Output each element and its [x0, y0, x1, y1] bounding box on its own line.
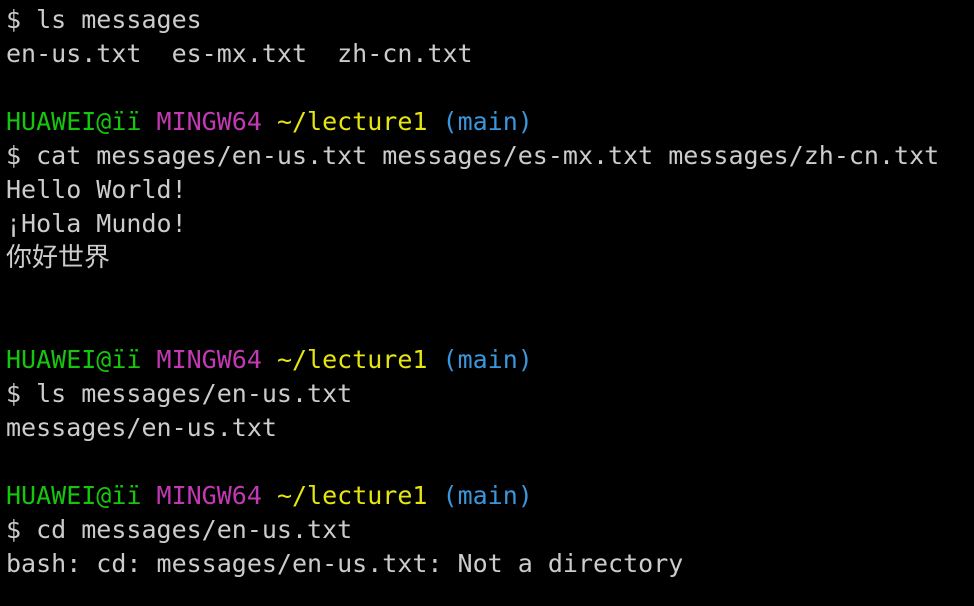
prompt-branch: (main) — [442, 481, 533, 510]
prompt-branch: (main) — [442, 107, 533, 136]
prompt-system: MINGW64 — [156, 107, 262, 136]
prompt-path: ~/lecture1 — [276, 481, 428, 510]
terminal-window[interactable]: $ ls messages en-us.txt es-mx.txt zh-cn.… — [0, 0, 974, 606]
command-line: $ cd messages/en-us.txt — [6, 515, 353, 544]
prompt-user: HUAWEI@ïï — [6, 345, 142, 374]
output-line: ¡Hola Mundo! — [6, 209, 187, 238]
output-line: bash: cd: messages/en-us.txt: Not a dire… — [6, 549, 684, 578]
command-line: $ ls messages/en-us.txt — [6, 379, 353, 408]
prompt-branch: (main) — [442, 345, 533, 374]
prompt-system: MINGW64 — [156, 481, 262, 510]
prompt-line: HUAWEI@ïï MINGW64 ~/lecture1 (main) — [6, 479, 974, 513]
prompt-user: HUAWEI@ïï — [6, 481, 142, 510]
prompt-path: ~/lecture1 — [276, 107, 428, 136]
command-line: $ ls messages — [6, 5, 202, 34]
command-line: $ cat messages/en-us.txt messages/es-mx.… — [6, 141, 940, 170]
output-line: 你好世界 — [6, 243, 111, 273]
prompt-line: HUAWEI@ïï MINGW64 ~/lecture1 (main) — [6, 343, 974, 377]
prompt-system: MINGW64 — [156, 345, 262, 374]
output-line: Hello World! — [6, 175, 187, 204]
output-line: messages/en-us.txt — [6, 413, 277, 442]
output-line: en-us.txt es-mx.txt zh-cn.txt — [6, 39, 473, 68]
prompt-line: HUAWEI@ïï MINGW64 ~/lecture1 (main) — [6, 105, 974, 139]
prompt-user: HUAWEI@ïï — [6, 107, 142, 136]
prompt-path: ~/lecture1 — [276, 345, 428, 374]
